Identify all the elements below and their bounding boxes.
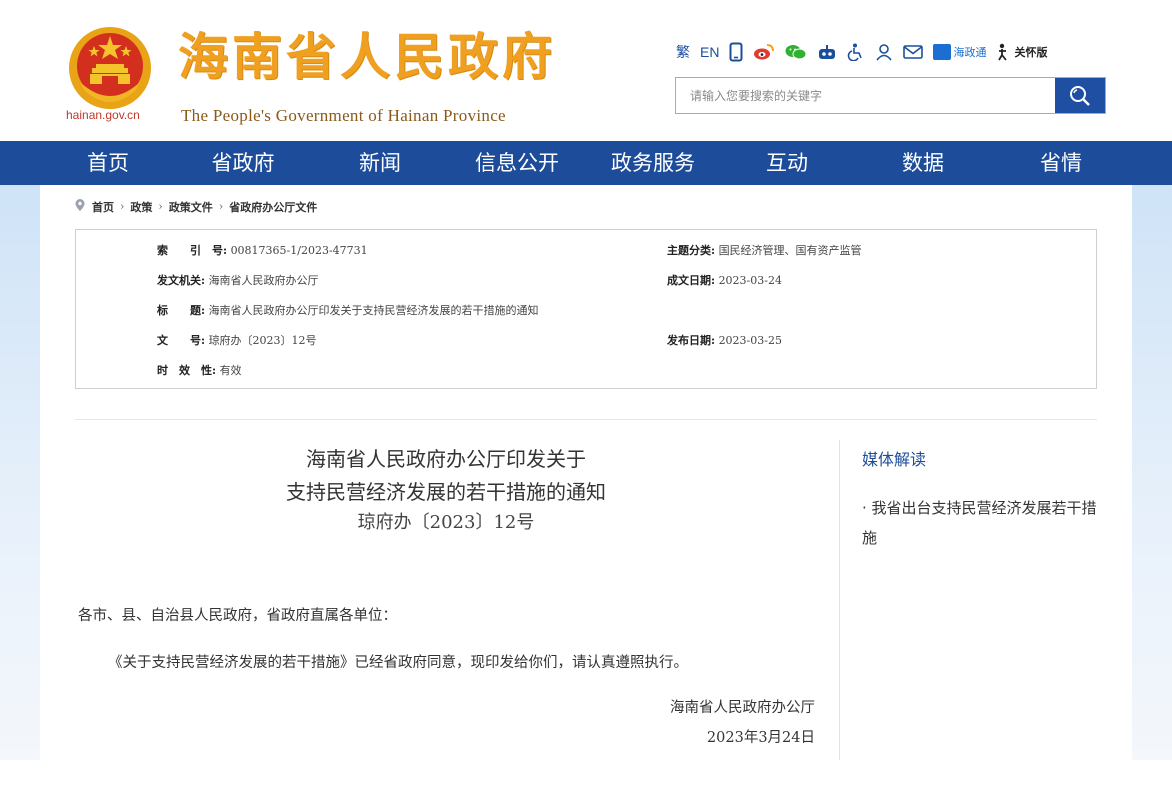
elder-care-icon (996, 43, 1012, 61)
nav-item-home[interactable]: 首页 (68, 141, 148, 185)
meta-topic-value: 国民经济管理、国有资产监管 (718, 244, 862, 257)
wechat-icon[interactable] (785, 43, 807, 61)
breadcrumb-office-docs[interactable]: 省政府办公厅文件 (229, 199, 317, 215)
meta-title-value: 海南省人民政府办公厅印发关于支持民营经济发展的若干措施的通知 (208, 304, 539, 317)
nav-item-data[interactable]: 数据 (888, 141, 958, 185)
meta-topic: 主题分类: 国民经济管理、国有资产监管 (667, 242, 862, 258)
nav-item-info-disclosure[interactable]: 信息公开 (462, 141, 572, 185)
nav-item-government[interactable]: 省政府 (198, 141, 288, 185)
site-header: hainan.gov.cn 海南省人民政府 The People's Gover… (0, 0, 1172, 141)
meta-validity-value: 有效 (219, 364, 242, 377)
media-interpretation-title: 媒体解读 (862, 450, 927, 469)
sidebar-divider (839, 440, 840, 760)
meta-title: 标 题: 海南省人民政府办公厅印发关于支持民营经济发展的若干措施的通知 (157, 302, 539, 318)
right-background (1132, 185, 1172, 760)
meta-validity: 时 效 性: 有效 (157, 362, 242, 378)
breadcrumb-separator-icon: › (158, 200, 163, 213)
search-icon (1070, 85, 1090, 106)
meta-doc-number: 文 号: 琼府办〔2023〕12号 (157, 332, 317, 348)
nav-item-services[interactable]: 政务服务 (598, 141, 708, 185)
article-date: 2023年3月24日 (706, 730, 815, 746)
article-salutation: 各市、县、自治县人民政府，省政府直属各单位： (78, 608, 397, 624)
english-link[interactable]: EN (700, 44, 719, 60)
search-bar (675, 77, 1106, 114)
left-background (0, 185, 40, 760)
mobile-icon[interactable] (729, 42, 743, 62)
article-doc-number: 琼府办〔2023〕12号 (357, 512, 535, 533)
care-mode-label: 关怀版 (1014, 46, 1048, 59)
location-pin-icon (74, 198, 86, 215)
meta-issuer-value: 海南省人民政府办公厅 (208, 274, 319, 287)
meta-validity-label: 时 效 性: (157, 364, 217, 377)
meta-index-value: 00817365-1/2023-47731 (230, 244, 368, 257)
meta-index: 索 引 号: 00817365-1/2023-47731 (157, 242, 368, 258)
haizhengtong-link[interactable]: 海政通 (933, 44, 986, 60)
header-toolbar: 繁 EN 海政通 关怀版 (676, 40, 1047, 64)
nav-item-interaction[interactable]: 互动 (752, 141, 822, 185)
meta-issuer-label: 发文机关: (157, 274, 206, 287)
weibo-icon[interactable] (753, 43, 775, 61)
article-signature: 海南省人民政府办公厅 (670, 700, 815, 716)
article-body-paragraph: 《关于支持民营经济发展的若干措施》已经省政府同意，现印发给你们，请认真遵照执行。 (108, 655, 688, 671)
user-icon[interactable] (875, 43, 893, 61)
haizhengtong-label: 海政通 (953, 46, 987, 59)
article-title-line-1: 海南省人民政府办公厅印发关于 (306, 447, 586, 471)
breadcrumb-policy[interactable]: 政策 (130, 199, 152, 215)
main-nav: 首页 省政府 新闻 信息公开 政务服务 互动 数据 省情 (0, 141, 1172, 185)
meta-issuer: 发文机关: 海南省人民政府办公厅 (157, 272, 319, 288)
media-interpretation-link[interactable]: · 我省出台支持民营经济发展若干措施 (862, 493, 1102, 553)
breadcrumb-separator-icon: › (120, 200, 125, 213)
meta-title-label: 标 题: (157, 304, 206, 317)
haizhengtong-icon (933, 44, 952, 60)
meta-docno-label: 文 号: (157, 334, 206, 347)
nav-item-news[interactable]: 新闻 (345, 141, 415, 185)
mail-icon[interactable] (903, 44, 924, 60)
search-input[interactable] (676, 78, 1055, 113)
accessibility-icon[interactable] (847, 43, 865, 61)
breadcrumb: 首页 › 政策 › 政策文件 › 省政府办公厅文件 (74, 198, 317, 215)
breadcrumb-home[interactable]: 首页 (92, 199, 114, 215)
traditional-chinese-link[interactable]: 繁 (676, 42, 690, 62)
site-subtitle: The People's Government of Hainan Provin… (181, 106, 506, 125)
domain-label: hainan.gov.cn (66, 108, 140, 122)
national-emblem-logo[interactable] (66, 24, 154, 112)
meta-created-date: 成文日期: 2023-03-24 (667, 272, 782, 288)
meta-created-value: 2023-03-24 (718, 274, 782, 287)
care-mode-link[interactable]: 关怀版 (996, 43, 1047, 61)
meta-topic-label: 主题分类: (667, 244, 716, 257)
search-button[interactable] (1055, 78, 1105, 113)
breadcrumb-policy-docs[interactable]: 政策文件 (169, 199, 213, 215)
meta-index-label: 索 引 号: (157, 244, 228, 257)
article-title-line-2: 支持民营经济发展的若干措施的通知 (286, 480, 606, 504)
site-title[interactable]: 海南省人民政府 (178, 32, 556, 82)
meta-published-date: 发布日期: 2023-03-25 (667, 332, 782, 348)
meta-created-label: 成文日期: (667, 274, 716, 287)
meta-published-value: 2023-03-25 (718, 334, 782, 347)
meta-docno-value: 琼府办〔2023〕12号 (208, 334, 317, 347)
nav-item-province-info[interactable]: 省情 (1026, 141, 1096, 185)
section-divider (75, 419, 1097, 420)
robot-assistant-icon[interactable] (817, 44, 837, 60)
breadcrumb-separator-icon: › (218, 200, 224, 213)
meta-published-label: 发布日期: (667, 334, 716, 347)
